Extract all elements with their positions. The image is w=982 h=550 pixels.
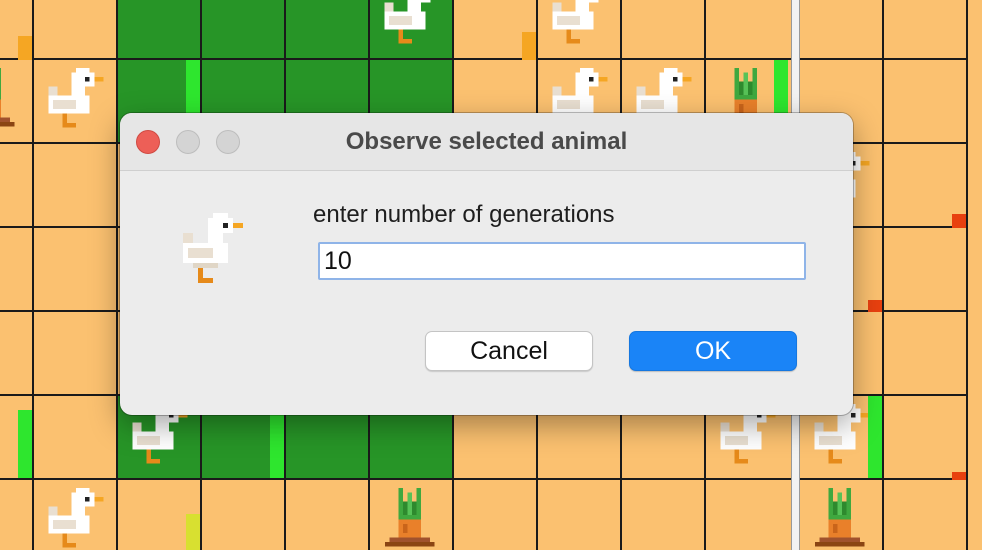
board-cell[interactable]: [286, 0, 370, 60]
board-cell[interactable]: [884, 396, 968, 480]
cancel-button[interactable]: Cancel: [425, 331, 593, 371]
energy-bar: [952, 214, 966, 228]
board-cell[interactable]: [202, 0, 286, 60]
dialog-title: Observe selected animal: [345, 128, 628, 155]
energy-bar: [186, 514, 200, 550]
board-cell[interactable]: [34, 396, 118, 480]
board-cell[interactable]: [34, 144, 118, 228]
board-cell[interactable]: [622, 480, 706, 550]
energy-bar: [18, 410, 32, 478]
board-cell[interactable]: [800, 0, 884, 60]
chicken-icon: [178, 212, 248, 289]
board-cell[interactable]: [706, 0, 800, 60]
generations-prompt-label: enter number of generations: [313, 201, 615, 228]
board-cell[interactable]: [706, 480, 800, 550]
chicken-icon[interactable]: [44, 488, 108, 550]
board-cell[interactable]: [884, 60, 968, 144]
board-cell[interactable]: [454, 480, 538, 550]
energy-bar: [522, 32, 536, 60]
chicken-icon[interactable]: [548, 0, 612, 53]
chicken-icon[interactable]: [380, 0, 444, 53]
observe-animal-dialog: Observe selected animal enter number of …: [120, 113, 853, 415]
board-cell[interactable]: [884, 228, 968, 312]
carrot-icon[interactable]: [0, 68, 24, 145]
board-cell[interactable]: [884, 480, 968, 550]
board-cell[interactable]: [0, 144, 34, 228]
board-cell[interactable]: [884, 0, 968, 60]
board-cell[interactable]: [34, 312, 118, 396]
board-cell[interactable]: [0, 480, 34, 550]
board-cell[interactable]: [34, 0, 118, 60]
board-cell[interactable]: [538, 480, 622, 550]
energy-bar: [952, 472, 966, 480]
board-cell[interactable]: [118, 0, 202, 60]
board-cell[interactable]: [0, 228, 34, 312]
board-cell[interactable]: [884, 312, 968, 396]
ok-button[interactable]: OK: [629, 331, 797, 371]
board-cell[interactable]: [286, 480, 370, 550]
chicken-icon[interactable]: [44, 68, 108, 137]
board-cell[interactable]: [0, 312, 34, 396]
board-cell[interactable]: [34, 228, 118, 312]
carrot-icon[interactable]: [380, 488, 444, 550]
dialog-titlebar: Observe selected animal: [120, 113, 853, 171]
board-cell[interactable]: [622, 0, 706, 60]
carrot-icon[interactable]: [810, 488, 874, 550]
energy-bar: [270, 412, 284, 478]
generations-input[interactable]: [318, 242, 806, 280]
energy-bar: [18, 36, 32, 60]
energy-bar: [868, 300, 882, 312]
energy-bar: [868, 396, 882, 478]
board-cell[interactable]: [202, 480, 286, 550]
